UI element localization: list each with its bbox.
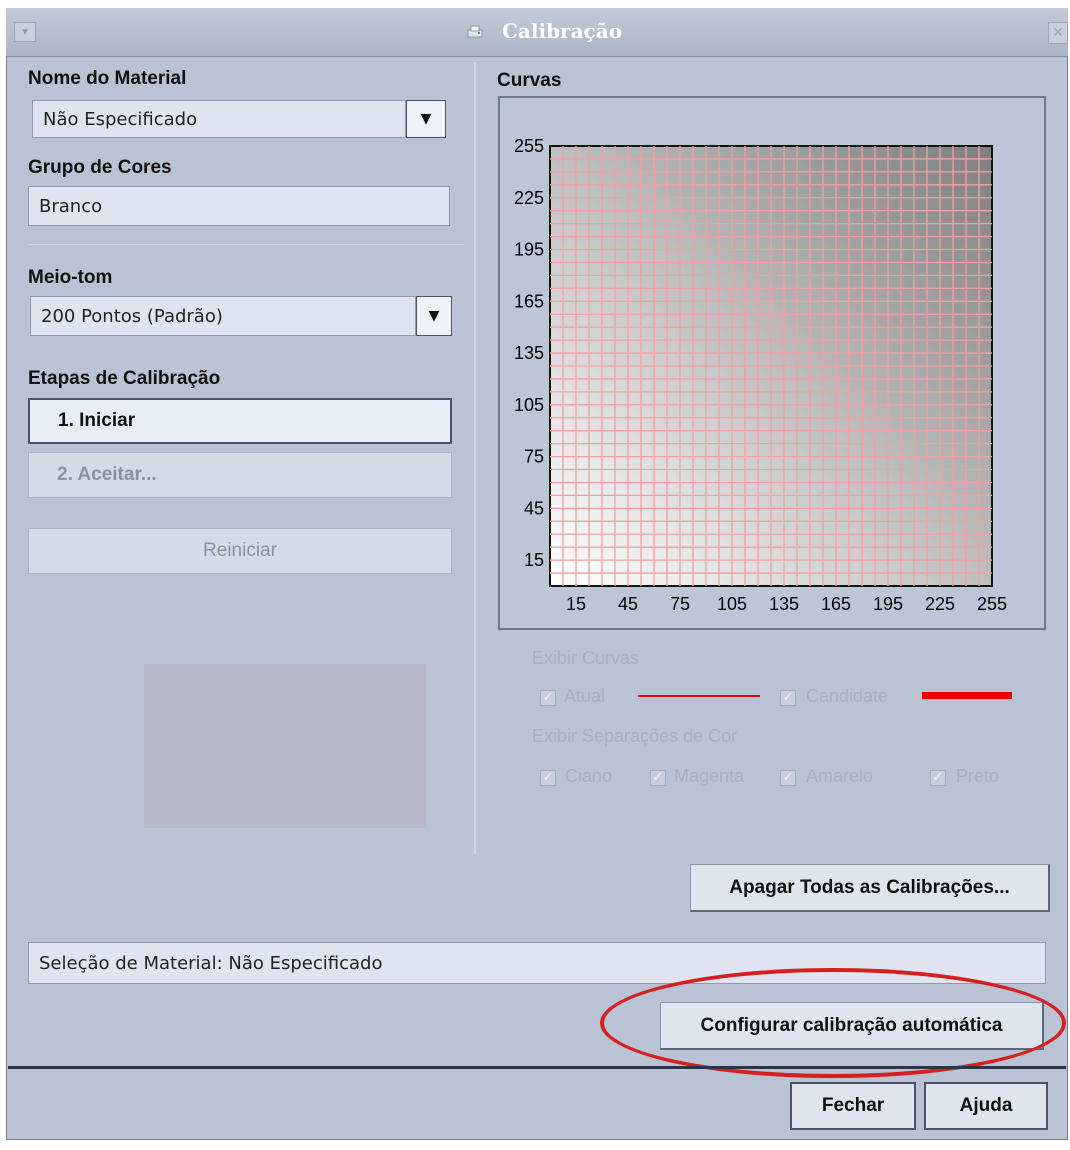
accept-step-label: 2. Aceitar...: [57, 464, 157, 485]
x-tick-label: 75: [670, 594, 690, 614]
yellow-label: Amarelo: [806, 766, 874, 786]
halftone-value: 200 Pontos (Padrão): [41, 305, 223, 327]
black-label: Preto: [956, 766, 1000, 786]
chevron-down-icon: ▼: [428, 308, 440, 324]
color-group-value: Branco: [39, 195, 103, 217]
material-name-select[interactable]: Não Especificado: [32, 100, 406, 138]
cyan-label: Ciano: [565, 766, 613, 786]
material-name-value: Não Especificado: [43, 108, 198, 130]
curves-chart: 15 45 75 105 135 165 195 225 255 255 225 195 165 135…: [514, 136, 1007, 614]
color-group-field: Branco: [28, 186, 450, 226]
accept-step-button[interactable]: 2. Aceitar...: [28, 452, 452, 498]
x-tick-label: 45: [618, 594, 638, 614]
current-line-swatch: [638, 695, 760, 697]
delete-all-label: Apagar Todas as Calibrações...: [729, 876, 1010, 898]
curves-label: Curvas: [497, 70, 562, 91]
cyan-checkbox[interactable]: ✓: [540, 770, 556, 786]
calibration-steps-label: Etapas de Calibração: [28, 368, 221, 389]
delete-all-calibrations-button[interactable]: Apagar Todas as Calibrações...: [690, 864, 1050, 912]
preview-area: [144, 664, 426, 828]
yellow-checkbox[interactable]: ✓: [780, 770, 796, 786]
window-menu-icon[interactable]: ▾: [14, 22, 36, 42]
x-tick-label: 165: [821, 594, 851, 614]
current-checkbox[interactable]: ✓: [540, 690, 556, 706]
y-tick-label: 225: [514, 188, 544, 208]
y-tick-label: 255: [514, 136, 544, 156]
x-tick-label: 195: [873, 594, 903, 614]
y-tick-label: 75: [524, 447, 544, 467]
chevron-down-icon: ▼: [420, 111, 432, 127]
printer-icon: [466, 24, 484, 40]
y-tick-label: 105: [514, 395, 544, 415]
reset-label: Reiniciar: [203, 540, 277, 561]
halftone-select[interactable]: 200 Pontos (Padrão): [30, 296, 416, 336]
halftone-label: Meio-tom: [28, 267, 113, 288]
panel-divider: [474, 62, 476, 854]
y-tick-label: 15: [524, 550, 544, 570]
x-tick-label: 225: [925, 594, 955, 614]
material-name-label: Nome do Material: [28, 68, 187, 89]
help-button[interactable]: Ajuda: [924, 1082, 1048, 1130]
x-tick-label: 255: [977, 594, 1007, 614]
y-tick-label: 165: [514, 291, 544, 311]
x-tick-label: 105: [717, 594, 747, 614]
close-button[interactable]: Fechar: [790, 1082, 916, 1130]
start-step-label: 1. Iniciar: [58, 410, 136, 431]
close-label: Fechar: [821, 1095, 885, 1116]
black-checkbox[interactable]: ✓: [930, 770, 946, 786]
x-tick-label: 135: [769, 594, 799, 614]
material-selection-text: Seleção de Material: Não Especificado: [39, 952, 383, 974]
color-group-label: Grupo de Cores: [28, 157, 172, 178]
show-separations-label: Exibir Separações de Cor: [532, 726, 738, 746]
close-icon[interactable]: ✕: [1048, 22, 1068, 44]
separator-line: [28, 244, 464, 245]
candidate-label: Candidate: [806, 686, 889, 706]
help-label: Ajuda: [959, 1095, 1013, 1116]
start-step-button[interactable]: 1. Iniciar: [28, 398, 452, 444]
y-tick-label: 195: [514, 240, 544, 260]
candidate-line-swatch: [922, 692, 1012, 699]
footer-separator: [8, 1066, 1066, 1069]
y-tick-label: 135: [514, 343, 544, 363]
candidate-checkbox[interactable]: ✓: [780, 690, 796, 706]
x-tick-label: 15: [566, 594, 586, 614]
magenta-label: Magenta: [674, 766, 745, 786]
magenta-checkbox[interactable]: ✓: [650, 770, 666, 786]
current-label: Atual: [564, 686, 606, 706]
halftone-dropdown-button[interactable]: ▼: [416, 296, 452, 336]
highlight-ellipse: [600, 968, 1066, 1078]
material-dropdown-button[interactable]: ▼: [406, 100, 446, 138]
y-tick-label: 45: [524, 498, 544, 518]
show-curves-label: Exibir Curvas: [532, 648, 640, 668]
window-title: Calibração: [502, 19, 623, 43]
reset-button[interactable]: Reiniciar: [28, 528, 452, 574]
